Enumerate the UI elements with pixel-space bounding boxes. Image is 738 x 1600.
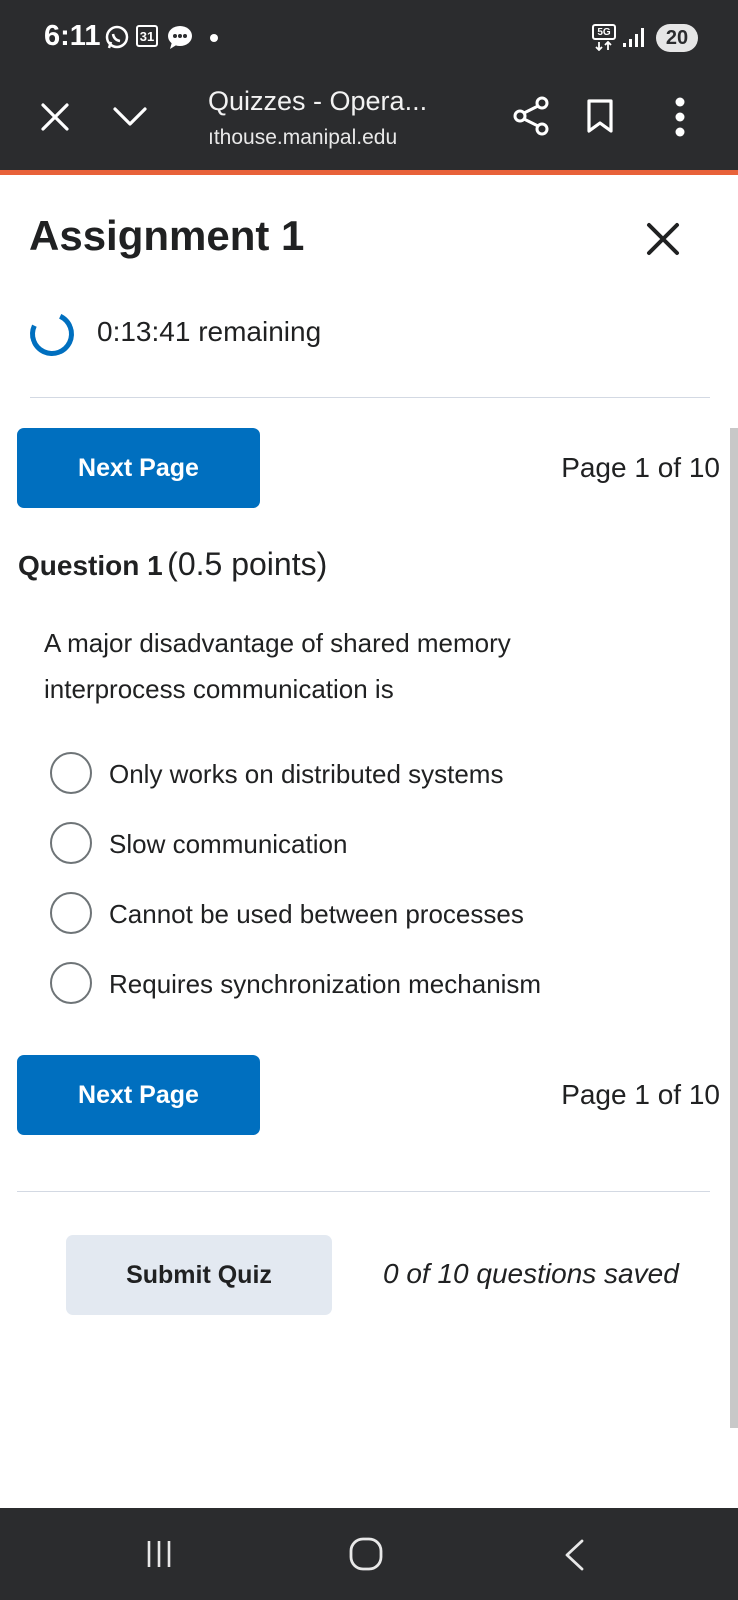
submit-quiz-button[interactable]: Submit Quiz <box>66 1235 332 1315</box>
more-vert-icon[interactable] <box>674 96 686 138</box>
chat-icon <box>168 26 192 49</box>
data-arrows-icon <box>595 41 612 51</box>
timer-remaining: 0:13:41 remaining <box>97 316 322 347</box>
radio-button[interactable] <box>50 822 92 864</box>
answer-option-label[interactable]: Cannot be used between processes <box>109 899 524 930</box>
signal-icon <box>623 28 644 47</box>
network-5g-icon: 5G <box>592 24 616 40</box>
close-quiz-icon[interactable] <box>646 222 680 256</box>
whatsapp-icon <box>105 25 129 49</box>
divider <box>17 1191 710 1192</box>
answer-option-label[interactable]: Requires synchronization mechanism <box>109 969 541 1000</box>
question-points: (0.5 points) <box>167 546 328 582</box>
chevron-down-icon[interactable] <box>112 106 148 128</box>
notification-dot-icon <box>210 34 218 42</box>
bookmark-icon[interactable] <box>586 98 614 134</box>
timer-progress-icon <box>23 305 81 363</box>
home-icon[interactable] <box>348 1536 384 1572</box>
answer-option-label[interactable]: Only works on distributed systems <box>109 759 503 790</box>
radio-button[interactable] <box>50 752 92 794</box>
next-page-button-top[interactable]: Next Page <box>17 428 260 508</box>
page-title: Assignment 1 <box>29 212 305 259</box>
recent-apps-icon[interactable] <box>146 1539 172 1569</box>
radio-button[interactable] <box>50 892 92 934</box>
calendar-icon: 31 <box>136 25 158 47</box>
battery-badge: 20 <box>656 24 698 52</box>
question-header: Question 1 (0.5 points) <box>18 546 327 583</box>
question-number: Question 1 <box>18 550 163 581</box>
share-icon[interactable] <box>512 96 550 136</box>
page-indicator-bottom: Page 1 of 10 <box>561 1079 720 1110</box>
saved-status: 0 of 10 questions saved <box>383 1258 679 1289</box>
page-indicator-top: Page 1 of 10 <box>561 452 720 483</box>
page-load-indicator <box>0 170 738 175</box>
divider <box>30 397 710 398</box>
page-tab-title: Quizzes - Opera... <box>208 86 428 116</box>
status-time: 6:11 <box>44 20 101 52</box>
status-bar: 6:11 31 5G 20 <box>0 0 738 78</box>
radio-button[interactable] <box>50 962 92 1004</box>
close-icon[interactable] <box>40 102 70 132</box>
scrollbar[interactable] <box>730 428 738 1428</box>
back-icon[interactable] <box>562 1538 586 1572</box>
url-text[interactable]: ıthouse.manipal.edu <box>208 126 397 150</box>
browser-toolbar: Quizzes - Opera... ıthouse.manipal.edu <box>0 78 738 170</box>
next-page-button-bottom[interactable]: Next Page <box>17 1055 260 1135</box>
question-text: A major disadvantage of shared memory in… <box>44 628 511 704</box>
answer-option-label[interactable]: Slow communication <box>109 829 347 860</box>
system-nav-bar <box>0 1508 738 1600</box>
